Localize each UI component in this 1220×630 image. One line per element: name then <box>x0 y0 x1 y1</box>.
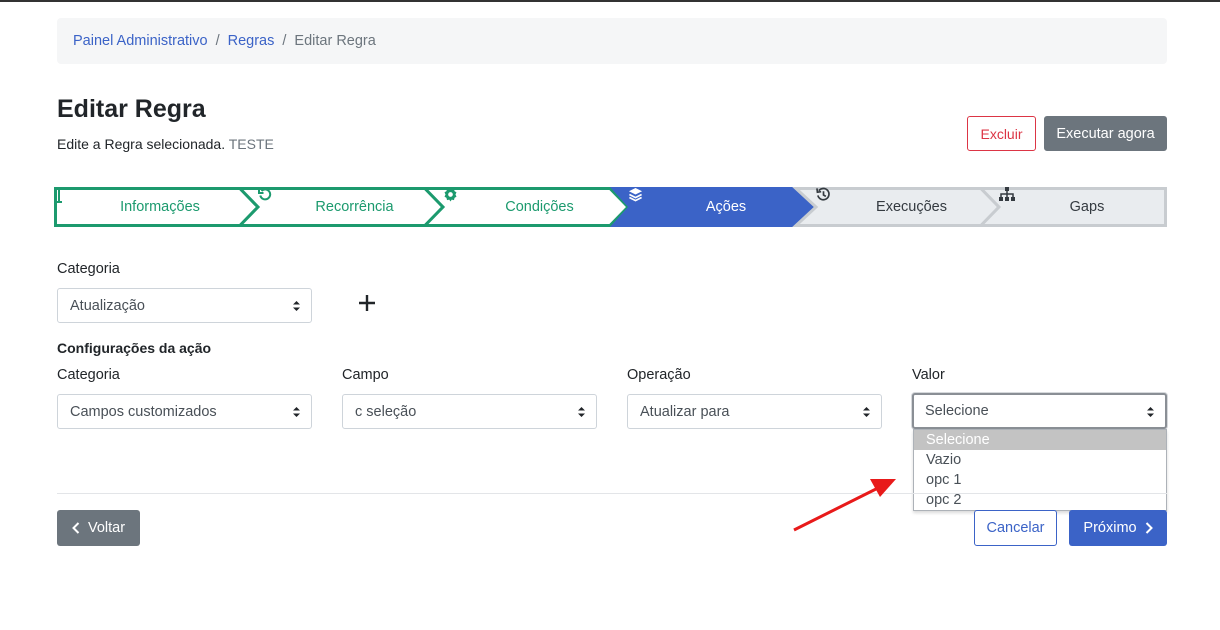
categoria-select[interactable]: Atualização <box>57 288 312 323</box>
step-label-execucoes: Execuções <box>876 199 947 215</box>
valor-select[interactable]: Selecione <box>912 393 1167 429</box>
back-button[interactable]: Voltar <box>57 510 140 546</box>
select-caret-icon <box>292 299 301 317</box>
campo-label: Campo <box>342 367 389 383</box>
add-action-button[interactable] <box>355 291 379 315</box>
step-informacoes[interactable]: Informações <box>54 187 258 227</box>
chevron-right-icon <box>1145 522 1153 534</box>
run-now-button[interactable]: Executar agora <box>1044 116 1167 151</box>
dropdown-option-selecione[interactable]: Selecione <box>914 430 1166 450</box>
dropdown-option-vazio[interactable]: Vazio <box>914 450 1166 470</box>
plus-icon <box>359 295 375 311</box>
wizard-stepper: Informações Recorrência Condições Ações … <box>54 187 1167 227</box>
step-label-acoes: Ações <box>705 199 747 215</box>
top-border <box>0 0 1220 2</box>
select-caret-icon <box>292 405 301 423</box>
page-subtitle: Edite a Regra selecionada. TESTE <box>57 136 274 152</box>
step-acoes[interactable]: Ações <box>628 187 816 227</box>
categoria-select-value: Atualização <box>70 297 145 314</box>
config-categoria-value: Campos customizados <box>70 403 217 420</box>
cancel-button[interactable]: Cancelar <box>974 510 1057 546</box>
page-title: Editar Regra <box>57 95 206 123</box>
step-label-gaps: Gaps <box>1069 199 1105 215</box>
select-caret-icon <box>577 405 586 423</box>
step-execucoes[interactable]: Execuções <box>816 187 999 227</box>
config-categoria-select[interactable]: Campos customizados <box>57 394 312 429</box>
next-button[interactable]: Próximo <box>1069 510 1167 546</box>
dropdown-option-opc1[interactable]: opc 1 <box>914 470 1166 490</box>
operacao-select[interactable]: Atualizar para <box>627 394 882 429</box>
back-button-label: Voltar <box>87 520 126 536</box>
breadcrumb-current: Editar Regra <box>294 33 376 49</box>
step-label-condicoes: Condições <box>505 199 574 215</box>
breadcrumb-link-painel[interactable]: Painel Administrativo <box>73 33 208 49</box>
categoria-label: Categoria <box>57 261 120 277</box>
breadcrumb-separator: / <box>282 33 287 49</box>
next-button-label: Próximo <box>1083 520 1137 536</box>
rule-name-tag: TESTE <box>228 136 274 152</box>
breadcrumb: Painel Administrativo / Regras / Editar … <box>57 18 1167 64</box>
step-label-informacoes: Informações <box>120 199 200 215</box>
valor-dropdown-list: Selecione Vazio opc 1 opc 2 <box>913 429 1167 511</box>
breadcrumb-link-regras[interactable]: Regras <box>228 33 275 49</box>
operacao-value: Atualizar para <box>640 403 730 420</box>
select-caret-icon <box>1146 405 1155 423</box>
valor-label: Valor <box>912 367 945 383</box>
step-label-recorrencia: Recorrência <box>315 199 394 215</box>
chevron-left-icon <box>72 522 80 534</box>
campo-value: c seleção <box>355 403 417 420</box>
delete-button[interactable]: Excluir <box>967 116 1036 151</box>
config-heading: Configurações da ação <box>57 340 212 356</box>
select-caret-icon <box>862 405 871 423</box>
breadcrumb-separator: / <box>215 33 220 49</box>
step-gaps[interactable]: Gaps <box>999 187 1167 227</box>
campo-select[interactable]: c seleção <box>342 394 597 429</box>
valor-value: Selecione <box>925 403 989 419</box>
subtitle-text: Edite a Regra selecionada. <box>57 136 226 152</box>
config-categoria-label: Categoria <box>57 367 120 383</box>
step-condicoes[interactable]: Condições <box>443 187 628 227</box>
section-divider <box>57 493 1167 494</box>
operacao-label: Operação <box>627 367 691 383</box>
step-recorrencia[interactable]: Recorrência <box>258 187 443 227</box>
